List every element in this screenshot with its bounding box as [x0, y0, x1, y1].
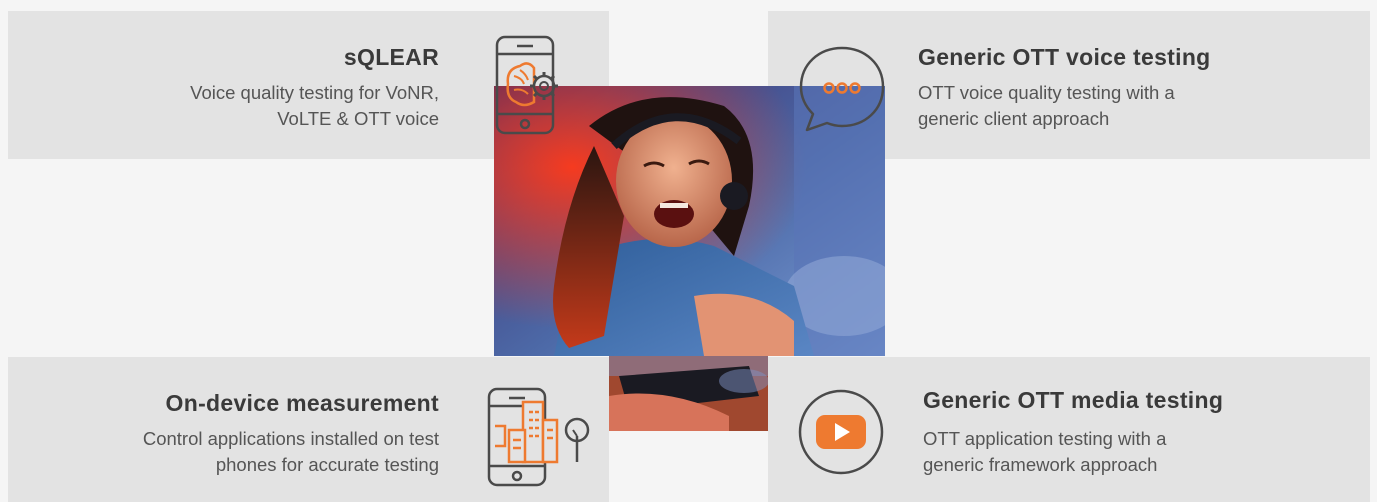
card-on-device-desc-line1: Control applications installed on test: [142, 428, 439, 449]
card-ott-media-desc-line2: generic framework approach: [923, 454, 1158, 475]
card-sqlear-desc-line1: Voice quality testing for VoNR,: [190, 82, 439, 103]
card-ott-voice-desc-line2: generic client approach: [918, 108, 1110, 129]
card-ott-media-desc-line1: OTT application testing with a: [923, 428, 1167, 449]
card-sqlear-title: sQLEAR: [343, 44, 439, 70]
phone-city-icon: [487, 386, 597, 493]
woman-gaming-photo-lower: [609, 356, 768, 431]
chat-bubble-icon: [797, 44, 887, 139]
play-button-icon: [796, 387, 886, 482]
feature-grid: sQLEAR Voice quality testing for VoNR, V…: [0, 0, 1377, 502]
card-ott-voice-title: Generic OTT voice testing: [918, 44, 1211, 70]
card-sqlear-desc-line2: VoLTE & OTT voice: [277, 108, 439, 129]
phone-brain-gear-icon: [494, 34, 570, 141]
card-ott-voice-desc-line1: OTT voice quality testing with a: [918, 82, 1175, 103]
card-ott-media-title: Generic OTT media testing: [923, 387, 1224, 413]
card-on-device-desc-line2: phones for accurate testing: [215, 454, 439, 475]
card-on-device-title: On-device measurement: [165, 390, 439, 416]
